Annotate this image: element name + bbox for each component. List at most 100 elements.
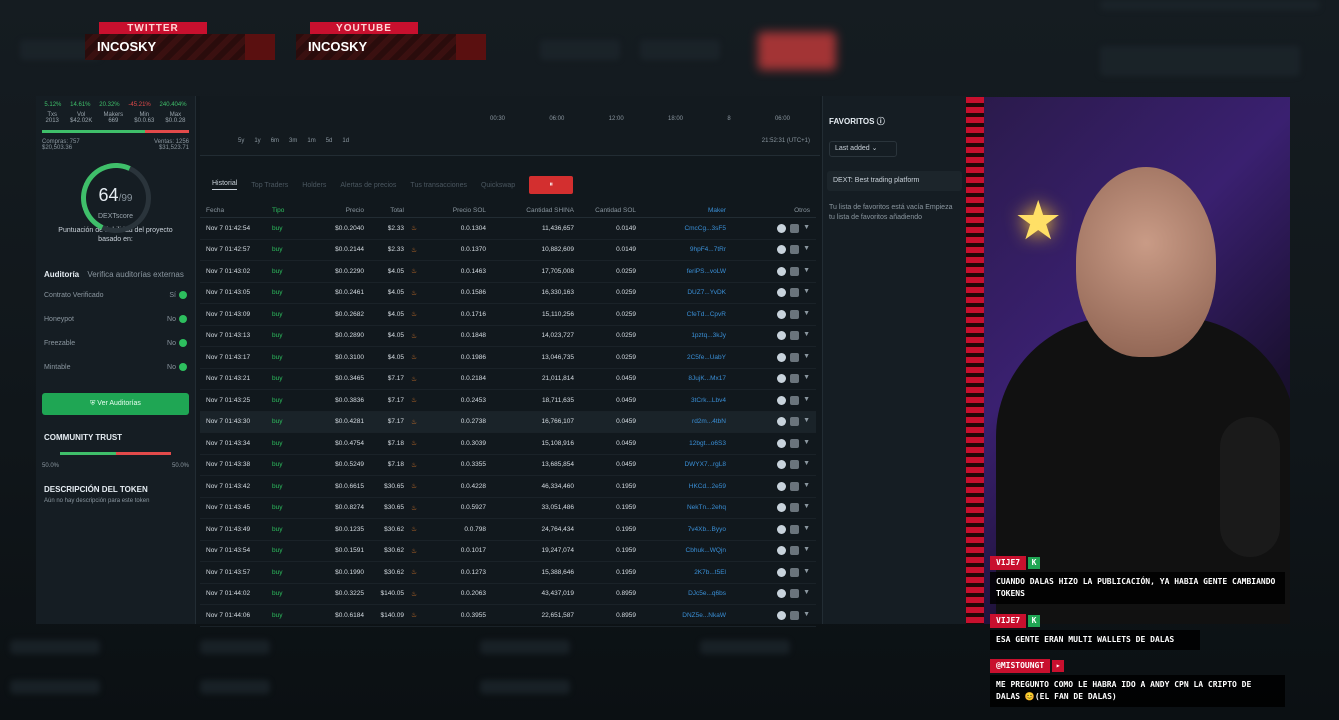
- trade-maker[interactable]: 12bgt...o6S3: [636, 440, 726, 447]
- wallet-icon[interactable]: [790, 223, 800, 233]
- wallet-icon[interactable]: [790, 374, 800, 384]
- filter-icon[interactable]: ▼: [803, 374, 810, 383]
- header-price-sol[interactable]: Precio SOL: [424, 207, 486, 214]
- explorer-icon[interactable]: [777, 567, 787, 577]
- tab-quickswap[interactable]: Quickswap: [481, 182, 515, 189]
- filter-icon[interactable]: ▼: [803, 439, 810, 448]
- trade-maker[interactable]: 9hpF4...7tRr: [636, 246, 726, 253]
- filter-icon[interactable]: ▼: [803, 568, 810, 577]
- trade-maker[interactable]: DNZ5e...NkaW: [636, 612, 726, 619]
- table-row[interactable]: Nov 7 01:43:13 buy $0.0.2890 $4.05 ♨ 0.0.1848…: [200, 326, 816, 347]
- favorites-item[interactable]: DEXT: Best trading platform: [827, 171, 962, 191]
- table-row[interactable]: Nov 7 01:43:21 buy $0.0.3465 $7.17 ♨ 0.0.2184…: [200, 369, 816, 390]
- explorer-icon[interactable]: [777, 524, 787, 534]
- filter-icon[interactable]: ▼: [803, 546, 810, 555]
- wallet-icon[interactable]: [790, 589, 800, 599]
- explorer-icon[interactable]: [777, 460, 787, 470]
- filter-icon[interactable]: ▼: [803, 611, 810, 620]
- wallet-icon[interactable]: [790, 331, 800, 341]
- table-row[interactable]: Nov 7 01:42:57 buy $0.0.2144 $2.33 ♨ 0.0.1370…: [200, 240, 816, 261]
- filter-icon[interactable]: ▼: [803, 353, 810, 362]
- wallet-icon[interactable]: [790, 245, 800, 255]
- wallet-icon[interactable]: [790, 546, 800, 556]
- table-row[interactable]: Nov 7 01:43:45 buy $0.0.8274 $30.65 ♨ 0.0.592…: [200, 498, 816, 519]
- tab-my-transactions[interactable]: Tus transacciones: [410, 182, 467, 189]
- timeframe-option[interactable]: 3m: [289, 138, 297, 144]
- explorer-icon[interactable]: [777, 546, 787, 556]
- tab-price-alerts[interactable]: Alertas de precios: [340, 182, 396, 189]
- trade-maker[interactable]: HKCd...2e59: [636, 483, 726, 490]
- header-date[interactable]: Fecha: [200, 207, 272, 214]
- wallet-icon[interactable]: [790, 288, 800, 298]
- table-row[interactable]: Nov 7 01:43:49 buy $0.0.1235 $30.62 ♨ 0.0.798…: [200, 519, 816, 541]
- timeframe-option[interactable]: 5d: [326, 138, 333, 144]
- wallet-icon[interactable]: [790, 460, 800, 470]
- table-row[interactable]: Nov 7 01:44:06 buy $0.0.6184 $140.09 ♨ 0.0.39…: [200, 605, 816, 627]
- timeframe-option[interactable]: 6m: [271, 138, 279, 144]
- header-total[interactable]: Total: [364, 207, 404, 214]
- header-amount-token[interactable]: Cantidad SHINA: [486, 207, 574, 214]
- timeframe-option[interactable]: 5y: [238, 138, 244, 144]
- table-row[interactable]: Nov 7 01:43:25 buy $0.0.3836 $7.17 ♨ 0.0.2453…: [200, 390, 816, 412]
- filter-icon[interactable]: ▼: [803, 396, 810, 405]
- explorer-icon[interactable]: [777, 589, 787, 599]
- table-row[interactable]: Nov 7 01:44:02 buy $0.0.3225 $140.05 ♨ 0.0.20…: [200, 584, 816, 605]
- trade-maker[interactable]: DUZ7...YvDK: [636, 289, 726, 296]
- table-row[interactable]: Nov 7 01:43:42 buy $0.0.6615 $30.65 ♨ 0.0.422…: [200, 476, 816, 498]
- explorer-icon[interactable]: [777, 223, 787, 233]
- header-maker[interactable]: Maker: [636, 207, 726, 214]
- table-row[interactable]: Nov 7 01:43:57 buy $0.0.1990 $30.62 ♨ 0.0.127…: [200, 562, 816, 584]
- tab-top-traders[interactable]: Top Traders: [251, 182, 288, 189]
- header-amount-sol[interactable]: Cantidad SOL: [574, 207, 636, 214]
- filter-icon[interactable]: ▼: [803, 525, 810, 534]
- table-row[interactable]: Nov 7 01:43:54 buy $0.0.1591 $30.62 ♨ 0.0.101…: [200, 541, 816, 562]
- header-type[interactable]: Tipo: [272, 207, 306, 214]
- favorites-sort-select[interactable]: Last added ⌄: [829, 141, 897, 157]
- filter-icon[interactable]: ▼: [803, 331, 810, 340]
- wallet-icon[interactable]: [790, 481, 800, 491]
- wallet-icon[interactable]: [790, 352, 800, 362]
- trade-maker[interactable]: 3tCrk...Lbv4: [636, 397, 726, 404]
- wallet-icon[interactable]: [790, 438, 800, 448]
- timeframe-option[interactable]: 1y: [254, 138, 260, 144]
- wallet-icon[interactable]: [790, 309, 800, 319]
- filter-icon[interactable]: ▼: [803, 267, 810, 276]
- filter-icon[interactable]: ▼: [803, 482, 810, 491]
- table-row[interactable]: Nov 7 01:43:34 buy $0.0.4754 $7.18 ♨ 0.0.3039…: [200, 433, 816, 455]
- filter-icon[interactable]: ▼: [803, 503, 810, 512]
- trade-maker[interactable]: Cbhuk...WQjn: [636, 547, 726, 554]
- tab-holders[interactable]: Holders: [302, 182, 326, 189]
- filter-icon[interactable]: ▼: [803, 245, 810, 254]
- trade-maker[interactable]: 1pztq...3kJy: [636, 332, 726, 339]
- tab-historial[interactable]: Historial: [212, 180, 238, 190]
- explorer-icon[interactable]: [777, 352, 787, 362]
- table-row[interactable]: Nov 7 01:43:02 buy $0.0.2290 $4.05 ♨ 0.0.1463…: [200, 261, 816, 283]
- wallet-icon[interactable]: [790, 503, 800, 513]
- explorer-icon[interactable]: [777, 266, 787, 276]
- pause-button[interactable]: ⏸: [529, 176, 574, 194]
- filter-icon[interactable]: ▼: [803, 417, 810, 426]
- trade-maker[interactable]: CfeTd...CpvR: [636, 311, 726, 318]
- filter-icon[interactable]: ▼: [803, 288, 810, 297]
- trade-maker[interactable]: 8JujK...Mx17: [636, 375, 726, 382]
- explorer-icon[interactable]: [777, 503, 787, 513]
- explorer-icon[interactable]: [777, 395, 787, 405]
- price-chart[interactable]: 00:30 06:00 12:00 18:00 8 06:00 5y 1y 6m…: [200, 96, 820, 156]
- trade-maker[interactable]: NekTn...2ehq: [636, 504, 726, 511]
- explorer-icon[interactable]: [777, 374, 787, 384]
- wallet-icon[interactable]: [790, 417, 800, 427]
- table-row[interactable]: Nov 7 01:43:17 buy $0.0.3100 $4.05 ♨ 0.0.1986…: [200, 347, 816, 369]
- trade-maker[interactable]: CmcCg...3sF5: [636, 225, 726, 232]
- wallet-icon[interactable]: [790, 567, 800, 577]
- trade-maker[interactable]: DJc5e...q6bs: [636, 590, 726, 597]
- filter-icon[interactable]: ▼: [803, 224, 810, 233]
- filter-icon[interactable]: ▼: [803, 589, 810, 598]
- trade-maker[interactable]: feriPS...voLW: [636, 268, 726, 275]
- explorer-icon[interactable]: [777, 481, 787, 491]
- wallet-icon[interactable]: [790, 395, 800, 405]
- trade-maker[interactable]: DWYX7...rgL8: [636, 461, 726, 468]
- trade-maker[interactable]: 2C5fe...UabY: [636, 354, 726, 361]
- header-price[interactable]: Precio: [306, 207, 364, 214]
- explorer-icon[interactable]: [777, 438, 787, 448]
- view-audits-button[interactable]: ⛨ Ver Auditorías: [42, 393, 189, 415]
